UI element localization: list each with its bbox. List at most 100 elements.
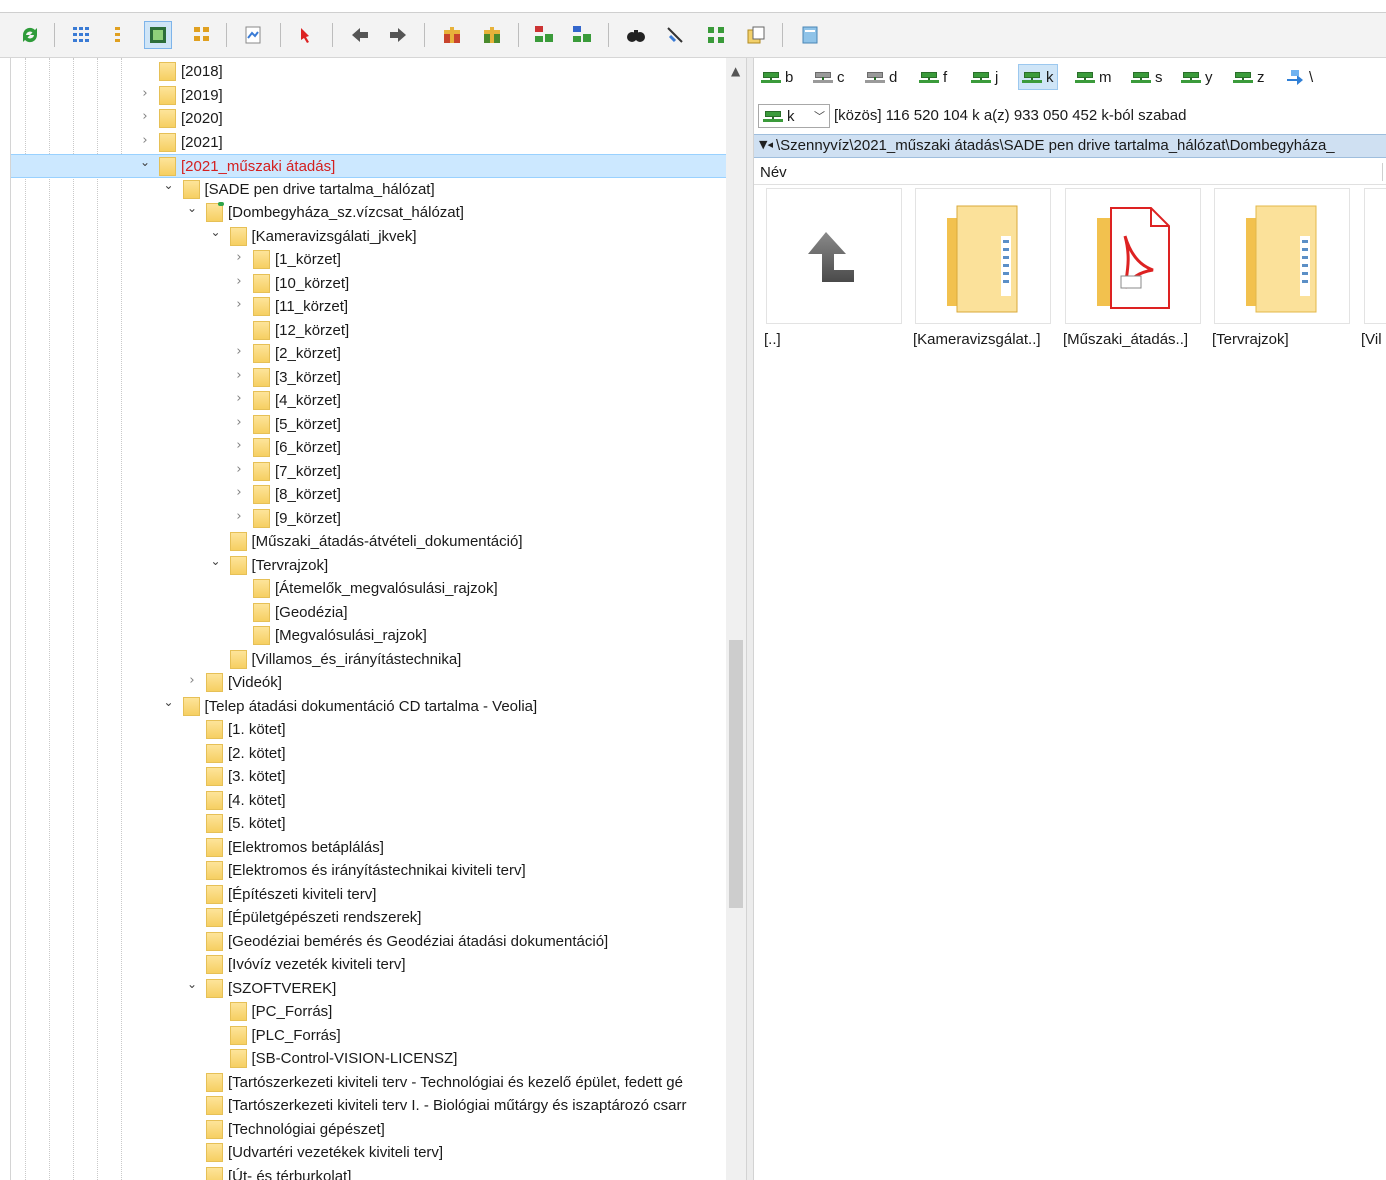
tree-row[interactable]: [Udvartéri vezetékek kiviteli terv] xyxy=(11,1141,727,1165)
drive-button-y[interactable]: y xyxy=(1178,64,1216,90)
chevron-right-icon[interactable]: › xyxy=(233,462,245,477)
tree-row[interactable]: [5. kötet] xyxy=(11,812,727,836)
chevron-right-icon[interactable]: › xyxy=(233,251,245,265)
tree-row[interactable]: [Megvalósulási_rajzok] xyxy=(11,624,727,648)
tree-row[interactable]: [4. kötet] xyxy=(11,789,727,813)
panel-divider[interactable] xyxy=(746,58,754,1180)
tree-row[interactable]: [12_körzet] xyxy=(11,319,727,343)
thumbnail-folder[interactable] xyxy=(1214,188,1350,324)
chevron-right-icon[interactable]: › xyxy=(233,298,245,312)
tree-row[interactable]: [PLC_Forrás] xyxy=(11,1024,727,1048)
tree-row[interactable]: [Ivóvíz vezeték kiviteli terv] xyxy=(11,953,727,977)
tree-row[interactable]: › [7_körzet] xyxy=(11,460,727,484)
tree-row[interactable]: ⌄ [SADE pen drive tartalma_hálózat] xyxy=(11,178,727,202)
tree-row[interactable]: [Épületgépészeti rendszerek] xyxy=(11,906,727,930)
chevron-down-icon[interactable]: ⌄ xyxy=(186,201,198,215)
pack-icon[interactable] xyxy=(438,21,466,49)
tree-row[interactable]: ⌄ [SZOFTVEREK] xyxy=(11,977,727,1001)
tree-view-icon[interactable] xyxy=(188,21,216,49)
tree-row[interactable]: [PC_Forrás] xyxy=(11,1000,727,1024)
chevron-down-icon[interactable]: ⌄ xyxy=(210,554,222,568)
drive-button-d[interactable]: d xyxy=(862,64,900,90)
chevron-right-icon[interactable]: › xyxy=(233,274,245,289)
drive-button-root[interactable]: \ xyxy=(1282,64,1316,90)
chevron-right-icon[interactable]: › xyxy=(233,345,245,359)
tree-row[interactable]: ⌄ [Tervrajzok] xyxy=(11,554,727,578)
select-icon[interactable] xyxy=(292,21,320,49)
tree-row[interactable]: [3. kötet] xyxy=(11,765,727,789)
notepad-icon[interactable] xyxy=(796,21,824,49)
tree-row[interactable]: [Villamos_és_irányítástechnika] xyxy=(11,648,727,672)
folder-tree[interactable]: [2018] › [2019] › [2020] › [2021] ⌄ [2021_műszak… xyxy=(10,58,727,1180)
thumbnail-view-icon[interactable] xyxy=(144,21,172,49)
tree-row[interactable]: › [2019] xyxy=(11,84,727,108)
brief-view-icon[interactable] xyxy=(68,21,96,49)
chevron-right-icon[interactable]: › xyxy=(233,415,245,430)
chevron-down-icon[interactable]: ⌄ xyxy=(210,225,222,239)
drive-combo[interactable]: k ﹀ xyxy=(758,104,830,128)
tree-row[interactable]: [1. kötet] xyxy=(11,718,727,742)
column-header[interactable]: Név xyxy=(754,160,1386,185)
copy-names-icon[interactable] xyxy=(742,21,770,49)
column-divider[interactable] xyxy=(1382,163,1383,181)
drive-button-z[interactable]: z xyxy=(1230,64,1268,90)
thumbnail-pdf-folder[interactable] xyxy=(1065,188,1201,324)
chevron-down-icon[interactable]: ⌄ xyxy=(163,695,175,709)
tree-row[interactable]: › [10_körzet] xyxy=(11,272,727,296)
quick-view-icon[interactable] xyxy=(240,21,268,49)
tree-row[interactable]: [Elektromos és irányítástechnikai kivite… xyxy=(11,859,727,883)
refresh-icon[interactable] xyxy=(16,21,44,49)
tree-row[interactable]: › [6_körzet] xyxy=(11,436,727,460)
drive-button-j[interactable]: j xyxy=(968,64,1001,90)
unpack-icon[interactable] xyxy=(478,21,506,49)
tree-row[interactable]: [Tartószerkezeti kiviteli terv I. - Biol… xyxy=(11,1094,727,1118)
tree-row[interactable]: [Tartószerkezeti kiviteli terv - Technol… xyxy=(11,1071,727,1095)
chevron-right-icon[interactable]: › xyxy=(233,368,245,383)
tree-row[interactable]: ⌄ [Dombegyháza_sz.vízcsat_hálózat] xyxy=(11,201,727,225)
forward-icon[interactable] xyxy=(384,21,412,49)
tree-row[interactable]: ⌄ [Telep átadási dokumentáció CD tartalma… xyxy=(11,695,727,719)
chevron-down-icon[interactable]: ⌄ xyxy=(186,977,198,991)
column-name[interactable]: Név xyxy=(760,164,787,181)
chevron-right-icon[interactable]: › xyxy=(139,86,151,101)
sync-dirs-icon[interactable] xyxy=(702,21,730,49)
tree-row[interactable]: [Elektromos betáplálás] xyxy=(11,836,727,860)
tree-row[interactable]: [SB-Control-VISION-LICENSZ] xyxy=(11,1047,727,1071)
thumbnail-folder[interactable] xyxy=(1364,188,1386,324)
tree-row[interactable]: [Út- és térburkolat] xyxy=(11,1165,727,1180)
drive-button-b[interactable]: b xyxy=(758,64,796,90)
tree-row[interactable]: › [1_körzet] xyxy=(11,248,727,272)
history-arrow-icon[interactable]: ▼◂ xyxy=(759,138,773,151)
tree-row[interactable]: › [9_körzet] xyxy=(11,507,727,531)
path-bar[interactable]: ▼◂ \Szennyvíz\2021_műszaki átadás\SADE p… xyxy=(754,134,1386,158)
tree-row[interactable]: ⌄ [2021_műszaki átadás] xyxy=(11,154,727,178)
drive-button-s[interactable]: s xyxy=(1128,64,1166,90)
chevron-down-icon[interactable]: ⌄ xyxy=(139,155,151,169)
scroll-up-arrow-icon[interactable]: ▲ xyxy=(731,64,741,78)
tree-row[interactable]: [2018] xyxy=(11,60,727,84)
chevron-down-icon[interactable]: ⌄ xyxy=(163,178,175,192)
ftp-connect-icon[interactable] xyxy=(530,21,558,49)
chevron-right-icon[interactable]: › xyxy=(139,133,151,148)
chevron-right-icon[interactable]: › xyxy=(233,509,245,524)
url-connect-icon[interactable] xyxy=(568,21,596,49)
detailed-view-icon[interactable] xyxy=(104,21,132,49)
tree-scrollbar[interactable]: ▲ xyxy=(726,58,746,1180)
drive-button-k[interactable]: k xyxy=(1018,64,1058,90)
drive-button-m[interactable]: m xyxy=(1072,64,1115,90)
tree-row[interactable]: [Geodézia] xyxy=(11,601,727,625)
chevron-right-icon[interactable]: › xyxy=(233,439,245,453)
thumbnail-folder[interactable] xyxy=(915,188,1051,324)
thumbnail-up[interactable] xyxy=(766,188,902,324)
tree-row[interactable]: [Műszaki_átadás-átvételi_dokumentáció] xyxy=(11,530,727,554)
scrollbar-thumb[interactable] xyxy=(729,640,743,908)
tree-row[interactable]: › [8_körzet] xyxy=(11,483,727,507)
multi-rename-icon[interactable] xyxy=(662,21,690,49)
tree-row[interactable]: › [Videók] xyxy=(11,671,727,695)
tree-row[interactable]: › [2_körzet] xyxy=(11,342,727,366)
chevron-right-icon[interactable]: › xyxy=(186,674,198,688)
tree-row[interactable]: [Építészeti kiviteli terv] xyxy=(11,883,727,907)
tree-row[interactable]: [2. kötet] xyxy=(11,742,727,766)
tree-row[interactable]: › [5_körzet] xyxy=(11,413,727,437)
tree-row[interactable]: ⌄ [Kameravizsgálati_jkvek] xyxy=(11,225,727,249)
